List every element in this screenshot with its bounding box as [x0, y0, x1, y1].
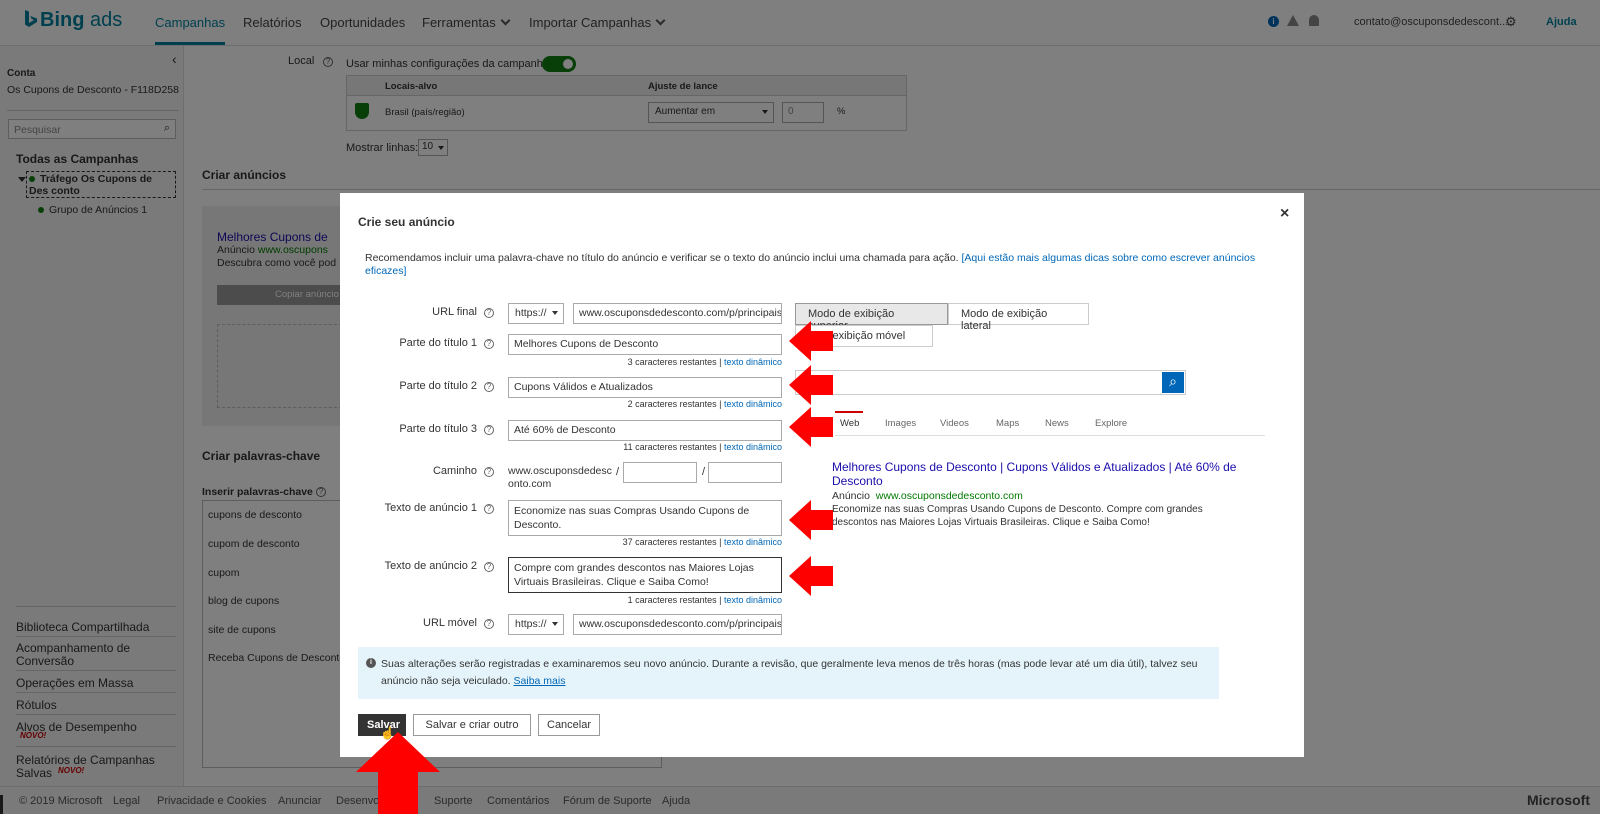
- help-icon[interactable]: ?: [484, 425, 494, 435]
- create-ad-dialog: Crie seu anúncio × Recomendamos incluir …: [340, 193, 1304, 757]
- titulo1-counter: 3 caracteres restantes | texto dinâmico: [627, 357, 782, 367]
- serp-tab-news: News: [1045, 418, 1069, 429]
- serp-tab-images: Images: [885, 418, 917, 429]
- caminho-label: Caminho: [432, 465, 477, 477]
- url-final-label: URL final: [432, 306, 477, 318]
- titulo2-counter: 2 caracteres restantes | texto dinâmico: [627, 399, 782, 409]
- dynamic-text-link[interactable]: texto dinâmico: [724, 357, 782, 367]
- help-icon[interactable]: ?: [484, 619, 494, 629]
- preview-ad-url: Anúncio www.oscuponsdedesconto.com: [832, 490, 1023, 502]
- dynamic-text-link[interactable]: texto dinâmico: [724, 442, 782, 452]
- texto1-label: Texto de anúncio 1: [384, 502, 477, 514]
- serp-tab-explore: Explore: [1095, 418, 1128, 429]
- path-slash: /: [616, 466, 620, 478]
- texto2-label: Texto de anúncio 2: [384, 560, 477, 572]
- chevron-down-icon: [552, 311, 558, 315]
- help-icon[interactable]: ?: [484, 562, 494, 572]
- titulo3-counter: 11 caracteres restantes | texto dinâmico: [623, 442, 782, 452]
- caminho2-input[interactable]: [708, 462, 782, 483]
- preview-ad-title: Melhores Cupons de Desconto | Cupons Vál…: [832, 460, 1237, 488]
- caminho1-input[interactable]: [623, 462, 697, 483]
- serp-tab-videos: Videos: [940, 418, 969, 429]
- dynamic-text-link[interactable]: texto dinâmico: [724, 399, 782, 409]
- dynamic-text-link[interactable]: texto dinâmico: [724, 595, 782, 605]
- serp-tab-maps: Maps: [996, 418, 1020, 429]
- texto2-textarea[interactable]: Compre com grandes descontos nas Maiores…: [508, 557, 782, 593]
- url-protocol-select[interactable]: https://: [508, 303, 564, 324]
- chevron-down-icon: [552, 622, 558, 626]
- info-icon: i: [366, 658, 376, 668]
- review-notice-text: Suas alterações serão registradas e exam…: [381, 658, 1198, 687]
- caminho-domain: www.oscuponsdedesc onto.com: [508, 465, 612, 490]
- titulo3-label: Parte do título 3: [399, 423, 477, 435]
- url-movel-protocol-select[interactable]: https://: [508, 614, 564, 635]
- red-up-arrow-icon: [356, 732, 440, 814]
- cancel-button[interactable]: Cancelar: [538, 714, 600, 736]
- texto2-counter: 1 caracteres restantes | texto dinâmico: [627, 595, 782, 605]
- help-icon[interactable]: ?: [484, 339, 494, 349]
- titulo1-label: Parte do título 1: [399, 337, 477, 349]
- saiba-mais-link[interactable]: Saiba mais: [514, 675, 566, 687]
- dialog-title: Crie seu anúncio: [358, 215, 455, 229]
- red-arrow-icon: [789, 500, 833, 540]
- serp-search-box: ⌕: [795, 370, 1186, 395]
- help-icon[interactable]: ?: [484, 467, 494, 477]
- serp-tab-web: Web: [840, 418, 860, 429]
- serp-active-indicator: [835, 411, 863, 413]
- close-icon[interactable]: ×: [1280, 205, 1289, 223]
- review-notice: i Suas alterações serão registradas e ex…: [358, 647, 1219, 699]
- tab-preview-lateral[interactable]: Modo de exibição lateral: [948, 303, 1089, 332]
- url-movel-label: URL móvel: [423, 617, 477, 629]
- titulo2-input[interactable]: Cupons Válidos e Atualizados: [508, 377, 782, 398]
- texto1-counter: 37 caracteres restantes | texto dinâmico: [622, 537, 782, 547]
- divider: [835, 435, 1265, 436]
- url-movel-input[interactable]: www.oscuponsdedesconto.com/p/principais: [573, 614, 782, 635]
- preview-ad-desc: Economize nas suas Compras Usando Cupons…: [832, 504, 1203, 528]
- red-arrow-icon: [789, 321, 833, 361]
- red-arrow-icon: [789, 556, 833, 596]
- texto1-textarea[interactable]: Economize nas suas Compras Usando Cupons…: [508, 500, 782, 536]
- dialog-intro: Recomendamos incluir uma palavra-chave n…: [365, 252, 1256, 277]
- red-arrow-icon: [789, 365, 833, 405]
- help-icon[interactable]: ?: [484, 308, 494, 318]
- titulo3-input[interactable]: Até 60% de Desconto: [508, 420, 782, 441]
- search-icon: ⌕: [1162, 372, 1184, 393]
- titulo2-label: Parte do título 2: [399, 380, 477, 392]
- titulo1-input[interactable]: Melhores Cupons de Desconto: [508, 334, 782, 355]
- red-arrow-icon: [789, 407, 833, 447]
- dynamic-text-link[interactable]: texto dinâmico: [724, 537, 782, 547]
- help-icon[interactable]: ?: [484, 382, 494, 392]
- url-final-input[interactable]: www.oscuponsdedesconto.com/p/principais: [573, 303, 782, 324]
- path-slash: /: [702, 466, 706, 478]
- help-icon[interactable]: ?: [484, 504, 494, 514]
